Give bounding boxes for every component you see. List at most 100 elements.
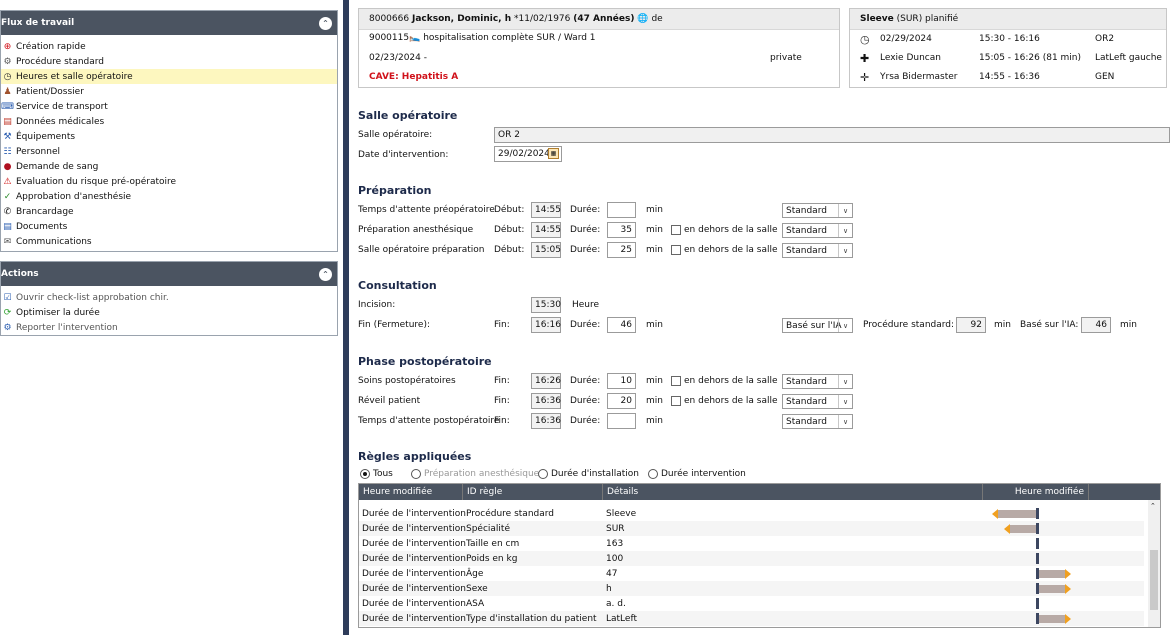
workflow-item[interactable]: ⚒ Équipements — [1, 129, 337, 144]
duree-caption: Durée: — [570, 320, 601, 330]
action-item[interactable]: ☑ Ouvrir check-list approbation chir. — [1, 290, 337, 305]
duree-caption: Durée: — [570, 225, 601, 235]
workflow-item[interactable]: ● Demande de sang — [1, 159, 337, 174]
post-standard-select[interactable]: Standard ∨ — [782, 414, 853, 429]
outside-room-checkbox[interactable] — [671, 376, 681, 386]
table-row[interactable]: Durée de l'intervention Type d'installati… — [359, 611, 1144, 626]
workflow-item[interactable]: ⚠ Evaluation du risque pré-opératoire — [1, 174, 337, 189]
workflow-title: Flux de travail — [1, 18, 75, 28]
outside-room-checkbox[interactable] — [671, 245, 681, 255]
rule-id-cell: ASA — [466, 598, 485, 609]
table-row[interactable]: Durée de l'intervention Âge 47 — [359, 566, 1144, 581]
date-input[interactable]: 29/02/2024 ▦ — [494, 146, 562, 162]
filter-label: Préparation anesthésique — [424, 469, 540, 479]
prep-standard-select[interactable]: Standard ∨ — [782, 243, 853, 258]
filter-radio[interactable] — [648, 469, 658, 479]
workflow-item[interactable]: ✓ Approbation d'anesthésie — [1, 189, 337, 204]
post-standard-select[interactable]: Standard ∨ — [782, 374, 853, 389]
checklist-icon: ☑ — [3, 292, 12, 303]
workflow-item[interactable]: ✉ Communications — [1, 234, 337, 249]
outside-room-checkbox[interactable] — [671, 396, 681, 406]
post-duration-input[interactable]: 20 — [607, 393, 636, 409]
workflow-item[interactable]: ☷ Personnel — [1, 144, 337, 159]
table-row[interactable]: Durée de l'intervention Sexe h — [359, 581, 1144, 596]
std-label: Procédure standard: — [863, 320, 955, 330]
plus-circle-icon: ⊕ — [3, 41, 12, 52]
rule-details-cell: SUR — [606, 523, 625, 534]
table-row[interactable]: Durée de l'intervention Poids en kg 100 — [359, 551, 1144, 566]
workflow-item[interactable]: ✆ Brancardage — [1, 204, 337, 219]
col-details[interactable]: Détails — [603, 484, 983, 500]
prep-standard-select[interactable]: Standard ∨ — [782, 203, 853, 218]
timeline-marker — [1036, 508, 1039, 519]
std-value-field: 92 — [956, 317, 986, 333]
chevron-down-icon: ∨ — [838, 204, 852, 217]
prep-row-caption: Début: — [494, 225, 525, 235]
filter-radio[interactable] — [411, 469, 421, 479]
calendar-icon[interactable]: ▦ — [548, 148, 559, 159]
outside-room-checkbox[interactable] — [671, 225, 681, 235]
col-heure[interactable]: Heure modifiée — [359, 484, 463, 500]
min-label: min — [1120, 320, 1137, 330]
ia-label: Basé sur l'IA: — [1020, 320, 1079, 330]
workflow-item[interactable]: ▤ Documents — [1, 219, 337, 234]
prep-time-field[interactable]: 15:05 — [531, 242, 561, 258]
actions-header[interactable]: Actions ⌃ — [1, 262, 337, 286]
standard-value: Standard — [786, 416, 827, 427]
workflow-item[interactable]: ⚙ Procédure standard — [1, 54, 337, 69]
procedure-row-who: Lexie Duncan — [880, 53, 941, 63]
workflow-item[interactable]: ◷ Heures et salle opératoire — [1, 69, 337, 84]
post-time-field[interactable]: 16:36 — [531, 413, 561, 429]
post-duration-input[interactable] — [607, 413, 636, 429]
col-id[interactable]: ID règle — [463, 484, 603, 500]
filter-radio[interactable] — [360, 469, 370, 479]
post-time-value: 16:36 — [535, 396, 561, 406]
table-row[interactable]: Durée de l'intervention Taille en cm 163 — [359, 536, 1144, 551]
collapse-workflow-icon[interactable]: ⌃ — [319, 16, 332, 30]
workflow-item[interactable]: ♟ Patient/Dossier — [1, 84, 337, 99]
prep-duration-input[interactable]: 35 — [607, 222, 636, 238]
rule-type-cell: Durée de l'intervention — [362, 583, 466, 594]
workflow-item-label: Demande de sang — [16, 161, 99, 172]
incision-time[interactable]: 15:30 — [531, 297, 561, 313]
table-row[interactable]: Durée de l'intervention Procédure standar… — [359, 506, 1144, 521]
scroll-thumb[interactable] — [1150, 550, 1158, 610]
collapse-actions-icon[interactable]: ⌃ — [319, 267, 332, 281]
table-row[interactable]: Durée de l'intervention ASA a. d. — [359, 596, 1144, 611]
prep-duration-input[interactable]: 25 — [607, 242, 636, 258]
basis-select[interactable]: Basé sur l'IA ∨ — [782, 318, 853, 333]
col-heure-modifiee[interactable]: Heure modifiée — [983, 484, 1089, 500]
workflow-item[interactable]: ▤ Données médicales — [1, 114, 337, 129]
prep-time-field[interactable]: 14:55 — [531, 202, 561, 218]
rules-scrollbar[interactable]: ⌃ — [1148, 500, 1160, 627]
transport-icon: ⌨ — [1, 101, 14, 112]
workflow-item[interactable]: ⌨ Service de transport — [1, 99, 337, 114]
duree-caption: Durée: — [570, 205, 601, 215]
table-row[interactable]: Durée de l'intervention Spécialité SUR — [359, 521, 1144, 536]
action-item[interactable]: ⟳ Optimiser la durée — [1, 305, 337, 320]
prep-duration-input[interactable] — [607, 202, 636, 218]
post-duration-input[interactable]: 10 — [607, 373, 636, 389]
workflow-header[interactable]: Flux de travail ⌃ — [1, 11, 337, 35]
post-time-field[interactable]: 16:26 — [531, 373, 561, 389]
scroll-up-icon[interactable]: ⌃ — [1150, 502, 1156, 510]
prep-duration-value: 25 — [620, 245, 632, 255]
action-item[interactable]: ⚙ Reporter l'intervention — [1, 320, 337, 335]
post-time-value: 16:36 — [535, 416, 561, 426]
postpone-icon: ⚙ — [3, 322, 12, 333]
post-standard-select[interactable]: Standard ∨ — [782, 394, 853, 409]
timeline-bar — [998, 510, 1036, 518]
prep-standard-select[interactable]: Standard ∨ — [782, 223, 853, 238]
min-label: min — [646, 225, 663, 235]
mail-icon: ✉ — [3, 236, 12, 247]
room-select[interactable]: OR 2 — [494, 127, 1170, 143]
filter-radio[interactable] — [538, 469, 548, 479]
consult-duration-input[interactable]: 46 — [607, 317, 636, 333]
post-time-field[interactable]: 16:36 — [531, 393, 561, 409]
workflow-item[interactable]: ⊕ Création rapide — [1, 39, 337, 54]
prep-time-field[interactable]: 14:55 — [531, 222, 561, 238]
timeline-marker — [1036, 538, 1039, 549]
arrow-right-icon — [1065, 569, 1071, 579]
rule-details-cell: 163 — [606, 538, 624, 549]
fin-time[interactable]: 16:16 — [531, 317, 561, 333]
